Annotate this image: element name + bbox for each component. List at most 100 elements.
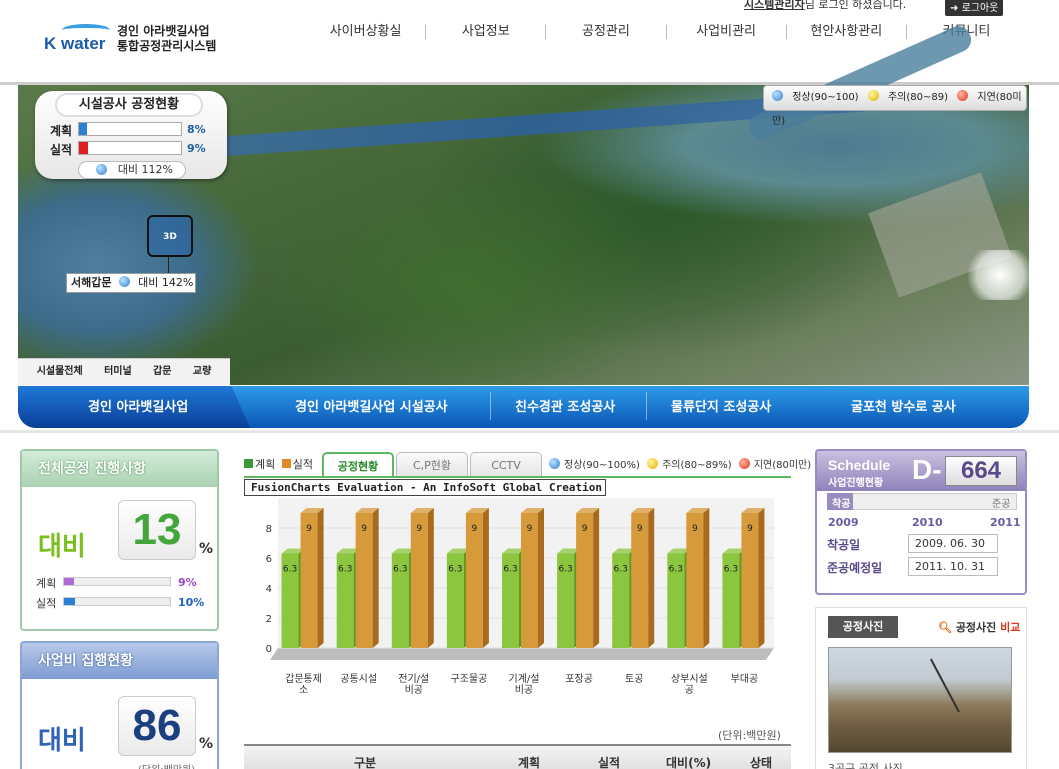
logout-label: 로그아웃 xyxy=(961,3,999,14)
plan-data-label: 6.3 xyxy=(503,565,517,575)
marker-ratio: 대비 142% xyxy=(138,276,194,289)
facility-status-title: 시설공사 공정현황 xyxy=(55,93,203,117)
x-tick-label: 공통시설 xyxy=(340,673,377,685)
actual-bar-side xyxy=(538,508,544,648)
plan-data-label: 6.3 xyxy=(669,565,683,575)
map-tab-terminal[interactable]: 터미널 xyxy=(104,359,132,385)
band-item-gulpo[interactable]: 굴포천 방수로 공사 xyxy=(851,396,956,415)
actual-bar-side xyxy=(703,508,710,648)
photo-tab[interactable]: 공정사진 xyxy=(828,616,898,638)
y-tick-label: 6 xyxy=(266,554,272,565)
tab-cp-status[interactable]: C,P현황 xyxy=(396,452,468,478)
overall-actual-label: 실적 xyxy=(36,597,57,610)
band-divider xyxy=(490,392,491,420)
lock-3d-marker[interactable]: 3D xyxy=(147,215,193,257)
tab-cctv[interactable]: CCTV xyxy=(470,452,542,478)
map-tab-all[interactable]: 시설물전체 xyxy=(37,359,83,385)
nav-cost-mgmt[interactable]: 사업비관리 xyxy=(667,25,787,39)
tab-process-status[interactable]: 공정현황 xyxy=(322,452,394,478)
timeline-start-tag: 착공 xyxy=(832,499,851,510)
search-icon: 🔍︎ xyxy=(938,621,952,634)
actual-bar-side xyxy=(427,508,434,648)
budget-ratio-number: 86 xyxy=(118,696,196,756)
map-tab-bridge[interactable]: 교량 xyxy=(193,359,211,385)
actual-bar-fill xyxy=(79,142,89,154)
plan-data-label: 6.3 xyxy=(338,565,352,575)
budget-title[interactable]: 사업비 집행현황 xyxy=(22,643,217,679)
schedule-timeline xyxy=(827,493,1017,510)
overall-plan-value: 9% xyxy=(178,576,197,589)
band-divider xyxy=(646,392,647,420)
band-item-gyeongin[interactable]: 경인 아라뱃길사업 xyxy=(88,396,188,415)
plan-label: 계획 xyxy=(50,124,73,138)
schedule-title: Schedule xyxy=(828,457,891,473)
construction-photo[interactable] xyxy=(828,647,1012,753)
logo-line2: 통합공정관리시스템 xyxy=(117,39,217,53)
overall-ratio-label: 대비 xyxy=(38,532,86,562)
marker-label[interactable]: 서해갑문 대비 142% xyxy=(66,273,196,293)
login-user[interactable]: 시스템관리자 xyxy=(744,0,805,11)
legend-plan: 계획 xyxy=(255,458,276,471)
band-item-facility[interactable]: 경인 아라뱃길사업 시설공사 xyxy=(295,396,448,415)
photo-compare-red: 비교 xyxy=(1000,621,1021,634)
x-tick-label: 상부시설 xyxy=(671,673,708,685)
legend-delay-pct: 지연(80미만) xyxy=(753,460,812,471)
budget-ratio-label: 대비 xyxy=(38,726,86,756)
overall-plan-label: 계획 xyxy=(36,577,57,590)
actual-data-label: 9 xyxy=(416,524,422,534)
th-actual: 실적 xyxy=(598,756,621,769)
actual-data-label: 9 xyxy=(472,524,478,534)
nav-process-mgmt[interactable]: 공정관리 xyxy=(546,25,667,39)
map-cloud xyxy=(960,250,1040,300)
actual-data-label: 9 xyxy=(692,524,698,534)
logout-button[interactable]: ➜ 로그아웃 xyxy=(945,0,1004,16)
photo-caption[interactable]: 3공구 공정 사진 xyxy=(828,760,903,769)
photo-compare-link[interactable]: 🔍︎ 공정사진 비교 xyxy=(938,619,1020,635)
actual-bar-side xyxy=(482,508,489,648)
nav-cyber-situation[interactable]: 사이버상황실 xyxy=(306,25,427,39)
actual-data-label: 9 xyxy=(582,524,588,534)
overall-actual-fill xyxy=(64,598,75,605)
legend-caution-pct: 주의(80~89%) xyxy=(662,460,732,471)
map-tab-lock[interactable]: 갑문 xyxy=(153,359,171,385)
budget-ratio-pct: % xyxy=(199,736,214,752)
start-date-label: 착공일 xyxy=(827,538,861,552)
y-tick-label: 4 xyxy=(266,584,272,595)
legend-caution: 주의(80~89) xyxy=(887,92,948,103)
band-item-logistics[interactable]: 물류단지 조성공사 xyxy=(671,396,771,415)
x-tick-label: 포장공 xyxy=(565,673,593,685)
actual-bar-side xyxy=(372,508,379,648)
actual-bar-side xyxy=(317,508,324,648)
status-legend: 정상(90~100%) 주의(80~89%) 지연(80미만) xyxy=(549,456,815,471)
process-bar-chart[interactable]: 0 2 4 6 8 6.3 9 갑문통제소 6.3 9 공통시설 6.3 9 전기/설비공 6.3 9 구조물공… xyxy=(244,490,791,705)
nav-issues-mgmt[interactable]: 현안사항관리 xyxy=(787,25,907,39)
th-plan: 계획 xyxy=(518,756,541,769)
map-filter-tabs: 시설물전체 터미널 갑문 교량 xyxy=(18,358,230,385)
chart-legend: 계획 실적 xyxy=(244,456,313,472)
overall-progress-title[interactable]: 전체공정 진행사항 xyxy=(22,451,217,487)
x-tick-label: 갑문통제 xyxy=(285,673,322,685)
facility-ratio-text: 대비 112% xyxy=(117,163,173,176)
overall-ratio-pct: % xyxy=(199,541,214,557)
logo-brand[interactable]: K water xyxy=(44,34,105,54)
actual-data-label: 9 xyxy=(361,524,367,534)
main-nav: 사이버상황실 사업정보 공정관리 사업비관리 현안사항관리 커뮤니티 xyxy=(306,22,1026,44)
logo-title[interactable]: 경인 아라뱃길사업 통합공정관리시스템 xyxy=(117,24,216,54)
overall-plan-fill xyxy=(64,578,74,585)
legend-normal-pct: 정상(90~100%) xyxy=(564,460,640,471)
actual-data-label: 9 xyxy=(527,524,533,534)
actual-bar-side xyxy=(593,508,600,648)
status-caution-icon xyxy=(647,458,659,469)
y-tick-label: 0 xyxy=(266,644,272,655)
budget-unit: (단위:백만원) xyxy=(138,761,195,769)
end-date-value: 2011. 10. 31 xyxy=(908,557,998,576)
nav-project-info[interactable]: 사업정보 xyxy=(426,25,547,39)
band-item-landscape[interactable]: 친수경관 조성공사 xyxy=(515,396,615,415)
dday-prefix: D- xyxy=(912,454,942,485)
x-tick-label: 기계/설 xyxy=(509,673,540,685)
actual-bar-side xyxy=(648,508,655,648)
actual-label: 실적 xyxy=(50,143,73,157)
map-legend: 정상(90~100) 주의(80~89) 지연(80미만) xyxy=(763,85,1027,127)
actual-data-label: 9 xyxy=(637,524,643,534)
actual-pct: 9% xyxy=(187,142,206,155)
